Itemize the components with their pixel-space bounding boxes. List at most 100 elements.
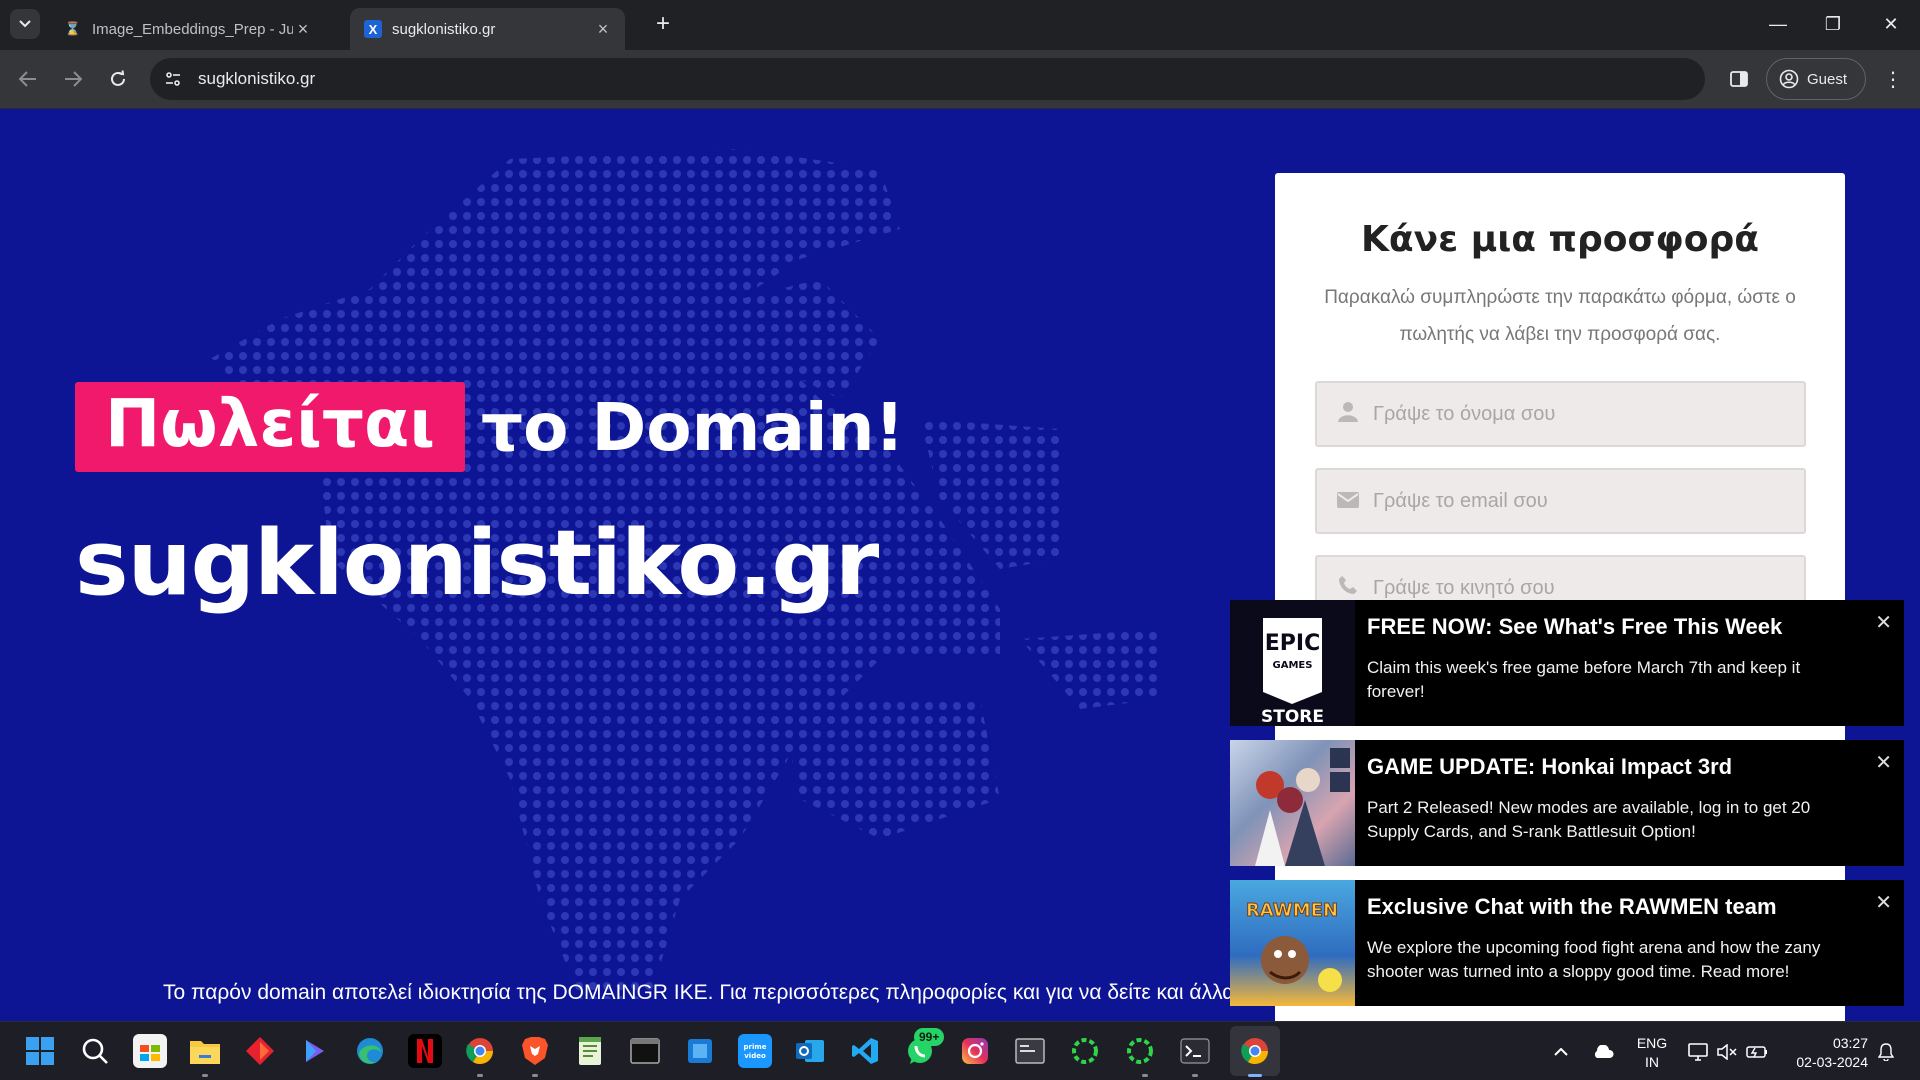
- svg-text:EPIC: EPIC: [1265, 631, 1320, 656]
- side-panel-icon: [1730, 71, 1748, 87]
- notepad-icon[interactable]: [573, 1034, 607, 1068]
- close-icon[interactable]: ✕: [1875, 610, 1892, 635]
- tab-bar: ⌛ Image_Embeddings_Prep - Jupy × X sugkl…: [0, 0, 1920, 50]
- site-settings-icon[interactable]: [160, 66, 186, 92]
- reload-icon: [111, 70, 125, 86]
- clock[interactable]: 03:27 02-03-2024: [1778, 1034, 1868, 1072]
- instagram-icon[interactable]: [958, 1034, 992, 1068]
- headline: Πωλείται το Domain!: [75, 382, 905, 472]
- new-tab-button[interactable]: +: [650, 10, 676, 38]
- url-text[interactable]: sugklonistiko.gr: [198, 69, 315, 89]
- outlook-icon[interactable]: [793, 1034, 827, 1068]
- close-icon[interactable]: ✕: [1875, 890, 1892, 915]
- reload-button[interactable]: [103, 64, 133, 94]
- phone-icon: [1333, 575, 1363, 601]
- more-vertical-icon: ⋮: [1883, 68, 1903, 91]
- headline-text: το Domain!: [481, 388, 905, 466]
- region-code: IN: [1645, 1054, 1659, 1070]
- notification-bell-icon[interactable]: [1872, 1022, 1900, 1080]
- time: 03:27: [1832, 1035, 1868, 1051]
- svg-text:STORE: STORE: [1261, 707, 1324, 726]
- running-indicator: [532, 1074, 538, 1077]
- email-field[interactable]: [1315, 468, 1806, 534]
- copilot-icon[interactable]: [298, 1034, 332, 1068]
- tab-jupyter[interactable]: ⌛ Image_Embeddings_Prep - Jupy ×: [50, 8, 325, 50]
- notification-text: We explore the upcoming food fight arena…: [1367, 938, 1821, 981]
- close-icon[interactable]: ✕: [1875, 750, 1892, 775]
- date: 02-03-2024: [1796, 1054, 1868, 1070]
- tab-sugklonistiko[interactable]: X sugklonistiko.gr ×: [350, 8, 625, 50]
- language-indicator[interactable]: ENG IN: [1632, 1034, 1672, 1072]
- tab-title: sugklonistiko.gr: [392, 20, 496, 38]
- spinner-app-2-icon[interactable]: [1123, 1034, 1157, 1068]
- powershell-icon[interactable]: [1178, 1034, 1212, 1068]
- close-tab-icon[interactable]: ×: [293, 19, 313, 40]
- user-icon: [1333, 400, 1363, 428]
- red-app-icon[interactable]: [243, 1034, 277, 1068]
- terminal-icon[interactable]: [628, 1034, 662, 1068]
- svg-text:GAMES: GAMES: [1273, 660, 1313, 671]
- close-window-button[interactable]: ✕: [1871, 8, 1911, 40]
- running-indicator: [477, 1074, 483, 1077]
- windows-app-icon[interactable]: [683, 1034, 717, 1068]
- running-indicator: [202, 1074, 208, 1077]
- vscode-icon[interactable]: [848, 1034, 882, 1068]
- notification-title: Exclusive Chat with the RAWMEN team: [1367, 894, 1777, 919]
- offer-form-title: Κάνε μια προσφορά: [1361, 219, 1759, 260]
- chrome-active-icon[interactable]: [1238, 1034, 1272, 1068]
- back-button[interactable]: [13, 64, 43, 94]
- email-input[interactable]: [1373, 489, 1793, 513]
- prime-video-icon[interactable]: prime video: [738, 1034, 772, 1068]
- forward-button[interactable]: [58, 64, 88, 94]
- language-code: ENG: [1636, 1035, 1668, 1051]
- minimize-button[interactable]: —: [1758, 8, 1798, 40]
- volume-muted-icon[interactable]: [1714, 1022, 1740, 1080]
- running-indicator: [1192, 1074, 1198, 1077]
- name-input[interactable]: [1373, 402, 1793, 426]
- tray-overflow-icon[interactable]: [1548, 1022, 1574, 1080]
- epic-games-store-logo: EPIC GAMES STORE: [1230, 600, 1355, 726]
- microsoft-store-icon[interactable]: [133, 1034, 167, 1068]
- restore-button[interactable]: ❐: [1813, 8, 1853, 40]
- domain-name-heading: sugklonistiko.gr: [75, 511, 879, 616]
- svg-text:prime: prime: [744, 1043, 767, 1051]
- offer-form-subtitle: Παρακαλώ συμπληρώστε την παρακάτω φόρμα,…: [1324, 287, 1796, 345]
- name-field[interactable]: [1315, 381, 1806, 447]
- notification-text: Claim this week's free game before March…: [1367, 658, 1801, 701]
- tab-search-button[interactable]: [10, 9, 40, 39]
- address-bar[interactable]: sugklonistiko.gr: [150, 58, 1705, 100]
- phone-input[interactable]: [1373, 576, 1793, 600]
- side-panel-button[interactable]: [1726, 64, 1752, 94]
- chevron-down-icon: [19, 20, 31, 28]
- close-tab-icon[interactable]: ×: [593, 19, 613, 40]
- active-indicator: [1248, 1074, 1262, 1077]
- svg-text:RAWMEN: RAWMEN: [1246, 900, 1338, 921]
- notification-title: FREE NOW: See What's Free This Week: [1367, 614, 1783, 639]
- envelope-icon: [1333, 488, 1363, 514]
- notification-epic-free[interactable]: EPIC GAMES STORE FREE NOW: See What's Fr…: [1230, 600, 1904, 726]
- menu-button[interactable]: ⋮: [1880, 64, 1906, 94]
- edge-icon[interactable]: [353, 1034, 387, 1068]
- start-icon[interactable]: [23, 1034, 57, 1068]
- notification-honkai-update[interactable]: GAME UPDATE: Honkai Impact 3rd Part 2 Re…: [1230, 740, 1904, 866]
- app-window-icon[interactable]: [1013, 1034, 1047, 1068]
- notification-title: GAME UPDATE: Honkai Impact 3rd: [1367, 754, 1733, 779]
- ownership-notice: Το παρόν domain αποτελεί ιδιοκτησία της …: [163, 981, 1320, 1004]
- search-icon[interactable]: [78, 1034, 112, 1068]
- netflix-icon[interactable]: [408, 1034, 442, 1068]
- chrome-icon[interactable]: [463, 1034, 497, 1068]
- account-icon: [1779, 69, 1799, 89]
- notification-rawmen-chat[interactable]: RAWMEN Exclusive Chat with the RAWMEN te…: [1230, 880, 1904, 1006]
- battery-icon[interactable]: [1744, 1022, 1770, 1080]
- brave-icon[interactable]: [518, 1034, 552, 1068]
- whatsapp-badge: 99+: [914, 1028, 945, 1046]
- taskbar: prime video 99+ ENG IN 03:27 02-03-2024: [0, 1021, 1920, 1080]
- network-icon[interactable]: [1685, 1022, 1711, 1080]
- site-favicon-icon: X: [364, 20, 382, 38]
- honkai-characters-art: [1230, 740, 1355, 866]
- spinner-app-icon[interactable]: [1068, 1034, 1102, 1068]
- file-explorer-icon[interactable]: [188, 1034, 222, 1068]
- profile-button[interactable]: Guest: [1766, 58, 1866, 100]
- cloud-icon[interactable]: [1588, 1022, 1618, 1080]
- arrow-right-icon: [65, 71, 82, 87]
